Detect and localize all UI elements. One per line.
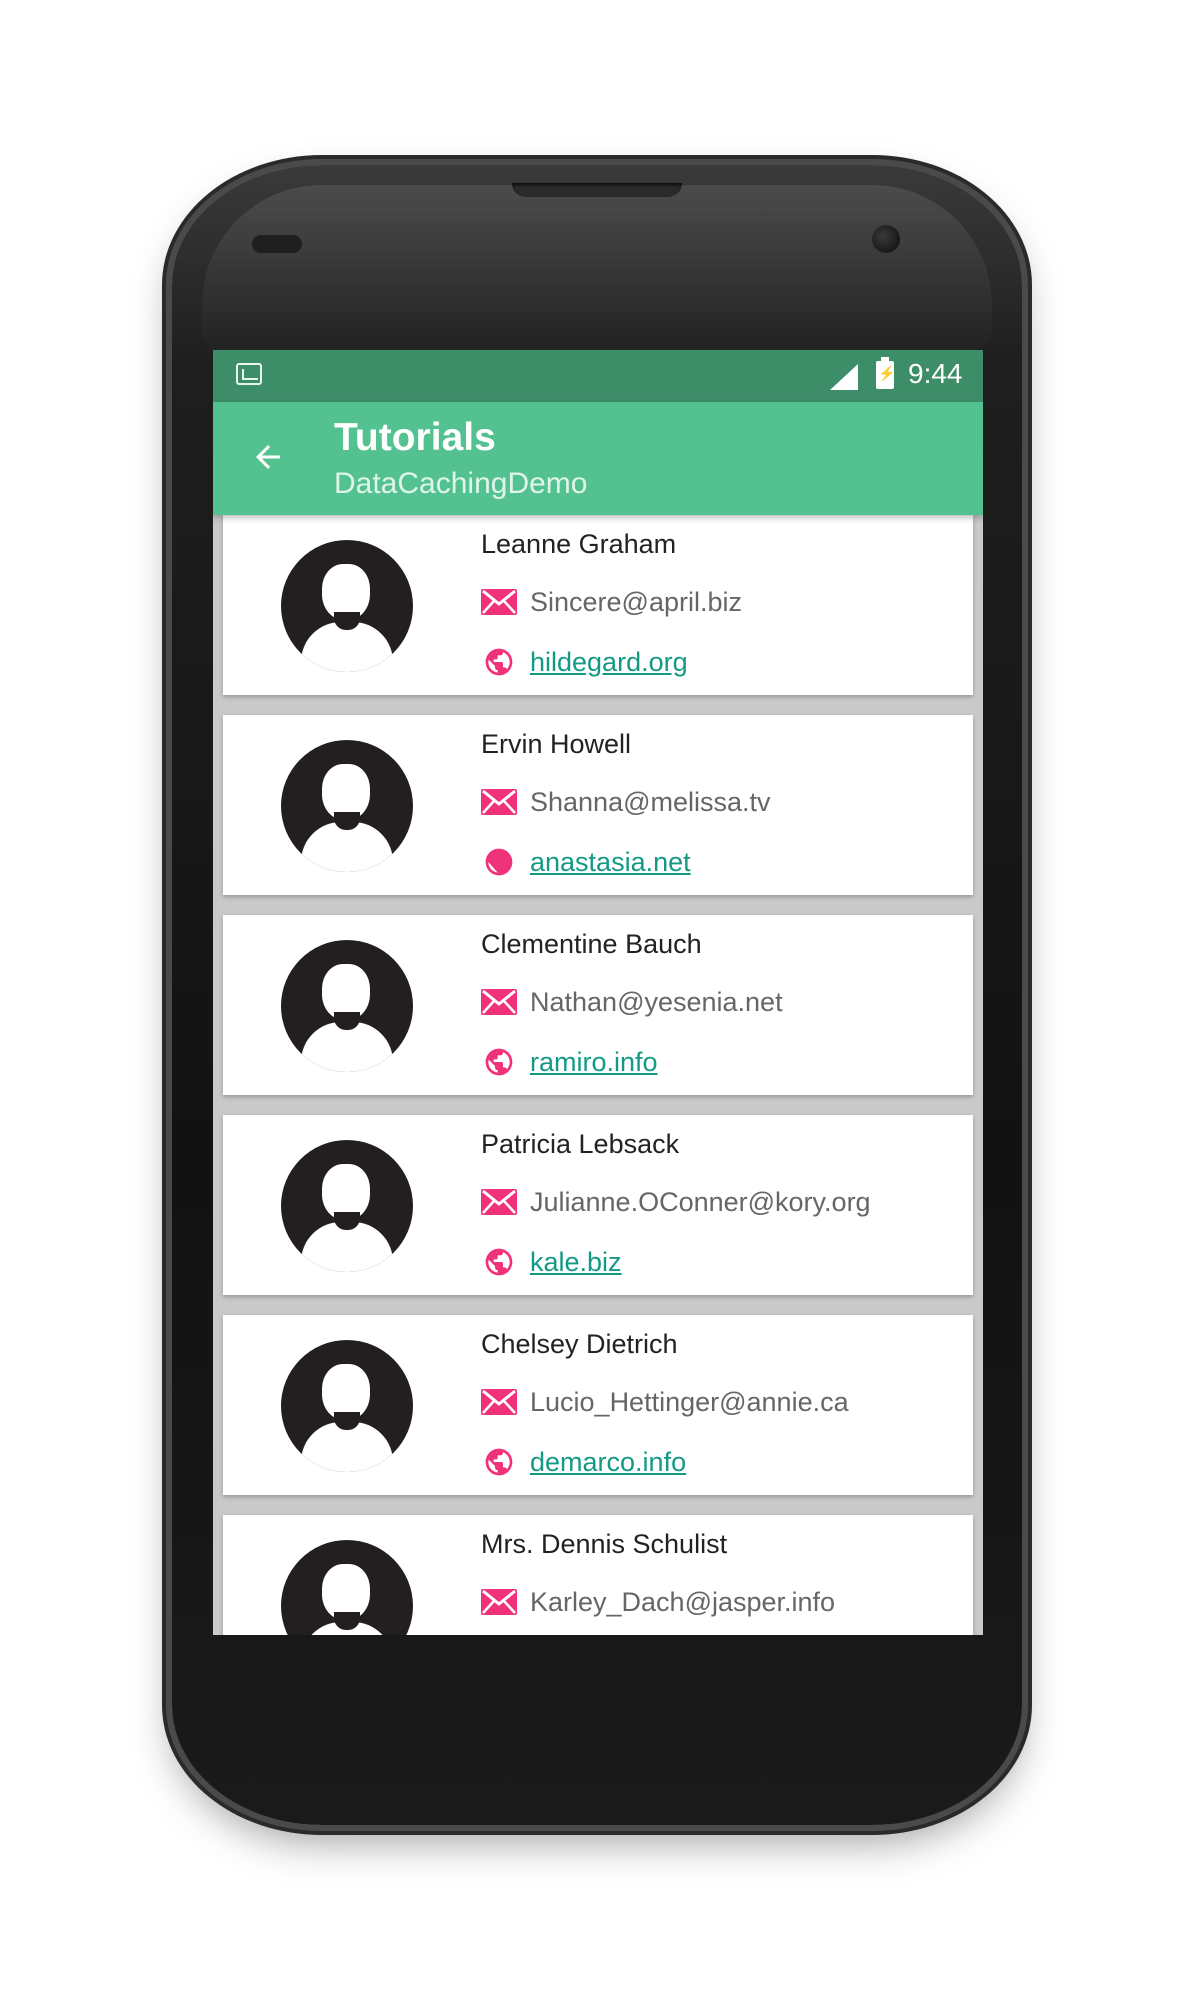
page-subtitle: DataCachingDemo <box>334 467 588 500</box>
avatar <box>281 1140 413 1272</box>
globe-icon <box>485 1248 513 1276</box>
status-time: 9:44 <box>908 358 963 389</box>
user-website-link[interactable]: ramiro.info <box>530 1047 658 1078</box>
arrow-back-icon <box>256 445 280 469</box>
user-website-link[interactable]: anastasia.net <box>530 847 691 878</box>
back-button[interactable] <box>243 432 293 482</box>
user-email: Sincere@april.biz <box>530 586 742 617</box>
screen: 9:44 Tutorials DataCachingDemo Leanne Gr… <box>213 350 983 1635</box>
email-row: Nathan@yesenia.net <box>481 984 783 1020</box>
email-row: Lucio_Hettinger@annie.ca <box>481 1384 849 1420</box>
avatar <box>281 940 413 1072</box>
mail-icon <box>481 789 517 815</box>
user-email: Shanna@melissa.tv <box>530 786 771 817</box>
list-item[interactable]: Chelsey Dietrich Lucio_Hettinger@annie.c… <box>223 1315 973 1495</box>
website-row: demarco.info <box>481 1444 686 1480</box>
phone-gloss <box>202 185 992 365</box>
user-name: Leanne Graham <box>481 529 677 559</box>
page-title: Tutorials <box>334 416 496 459</box>
list-item[interactable]: Clementine Bauch Nathan@yesenia.net rami… <box>223 915 973 1095</box>
battery-charging-icon <box>876 357 895 389</box>
mail-icon <box>481 1189 517 1215</box>
front-camera <box>872 225 900 253</box>
proximity-sensor <box>252 235 302 253</box>
app-bar: Tutorials DataCachingDemo <box>213 402 983 515</box>
email-row: Sincere@april.biz <box>481 584 742 620</box>
signal-icon <box>830 364 858 390</box>
globe-icon <box>485 1448 513 1476</box>
avatar <box>281 540 413 672</box>
user-name: Clementine Bauch <box>481 929 702 959</box>
earpiece-speaker <box>512 183 682 197</box>
mail-icon <box>481 1589 517 1615</box>
user-email: Julianne.OConner@kory.org <box>530 1186 871 1217</box>
status-bar: 9:44 <box>213 350 983 402</box>
user-website-link[interactable]: demarco.info <box>530 1447 686 1478</box>
website-row: ramiro.info <box>481 1044 658 1080</box>
globe-icon <box>485 1048 513 1076</box>
user-email: Nathan@yesenia.net <box>530 986 783 1017</box>
list-item[interactable]: Patricia Lebsack Julianne.OConner@kory.o… <box>223 1115 973 1295</box>
user-email: Lucio_Hettinger@annie.ca <box>530 1386 849 1417</box>
list-item[interactable]: Mrs. Dennis Schulist Karley_Dach@jasper.… <box>223 1515 973 1635</box>
email-row: Julianne.OConner@kory.org <box>481 1184 871 1220</box>
globe-icon <box>485 848 513 876</box>
user-name: Patricia Lebsack <box>481 1129 680 1159</box>
email-row: Shanna@melissa.tv <box>481 784 771 820</box>
globe-icon <box>485 648 513 676</box>
user-website-link[interactable]: hildegard.org <box>530 647 688 678</box>
website-row: anastasia.net <box>481 844 691 880</box>
website-row: hildegard.org <box>481 644 688 680</box>
avatar <box>281 740 413 872</box>
user-name: Chelsey Dietrich <box>481 1329 678 1359</box>
mail-icon <box>481 989 517 1015</box>
website-row: kale.biz <box>481 1244 622 1280</box>
avatar <box>281 1340 413 1472</box>
mail-icon <box>481 589 517 615</box>
avatar <box>281 1540 413 1635</box>
mail-icon <box>481 1389 517 1415</box>
user-website-link[interactable]: kale.biz <box>530 1247 622 1278</box>
user-email: Karley_Dach@jasper.info <box>530 1586 836 1617</box>
gallery-notification-icon <box>236 363 262 385</box>
email-row: Karley_Dach@jasper.info <box>481 1584 835 1620</box>
user-name: Mrs. Dennis Schulist <box>481 1529 728 1559</box>
user-name: Ervin Howell <box>481 729 632 759</box>
list-item[interactable]: Ervin Howell Shanna@melissa.tv anastasia… <box>223 715 973 895</box>
list-item[interactable]: Leanne Graham Sincere@april.biz hildegar… <box>223 515 973 695</box>
